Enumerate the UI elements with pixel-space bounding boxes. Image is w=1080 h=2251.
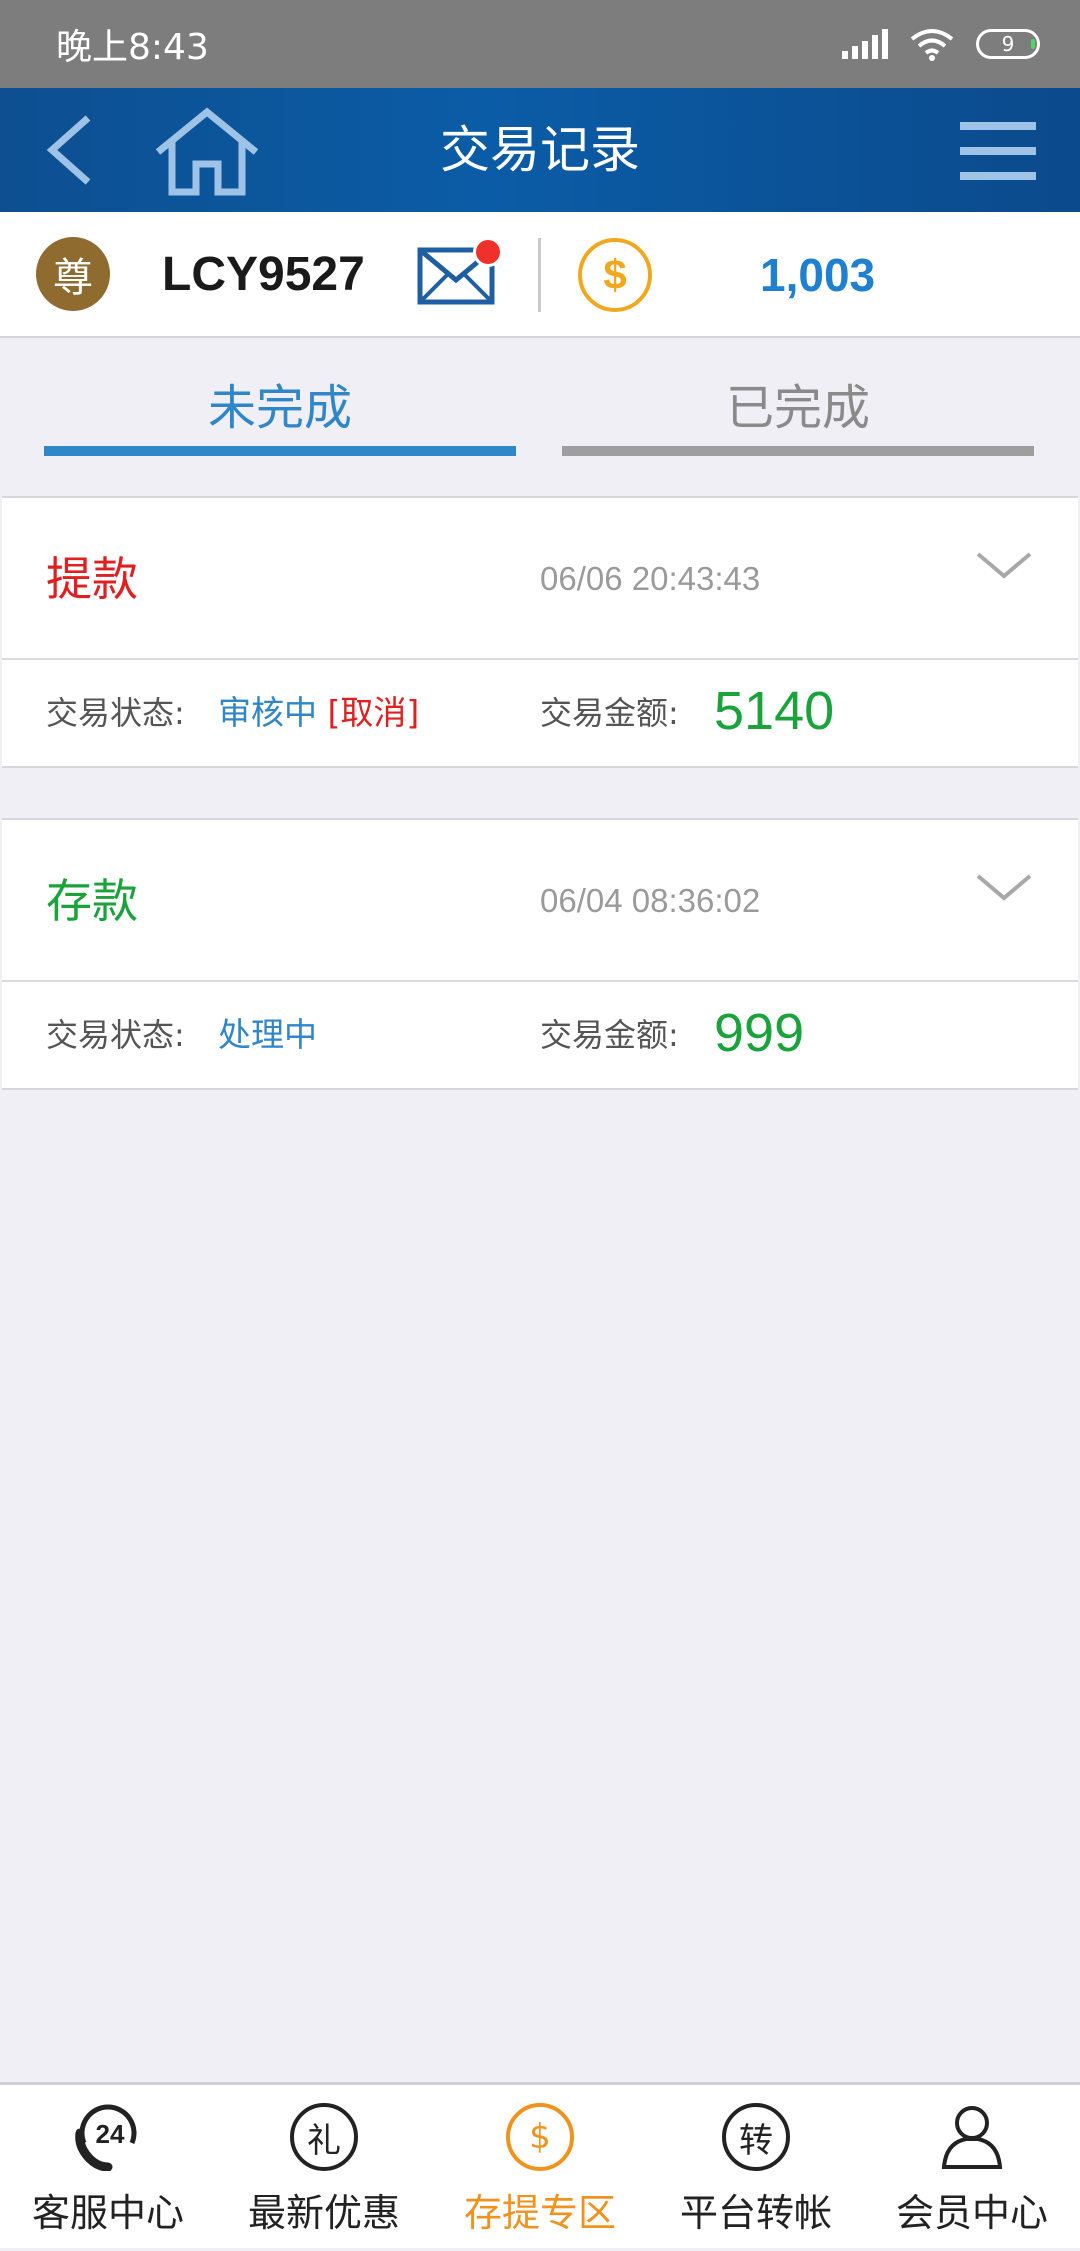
amount-value: 5140 (714, 681, 835, 741)
tab-completed[interactable]: 已完成 (562, 368, 1034, 456)
menu-icon[interactable] (960, 120, 1036, 182)
nav-promotions[interactable]: 礼 最新优惠 (216, 2085, 432, 2251)
battery-icon: 9 (976, 29, 1040, 59)
support-24-icon: 24 (74, 2103, 142, 2171)
coin-icon: $ (578, 238, 652, 312)
cancel-link[interactable]: [取消] (328, 693, 420, 732)
transaction-datetime: 06/06 20:43:43 (540, 560, 761, 597)
gift-icon: 礼 (290, 2103, 358, 2171)
transaction-header[interactable]: 提款 06/06 20:43:43 (2, 498, 1078, 660)
amount-value: 999 (714, 1003, 805, 1063)
vip-badge: 尊 (36, 237, 110, 311)
status-label: 交易状态: (46, 1016, 185, 1054)
mail-icon[interactable] (416, 234, 508, 312)
support-24-glyph: 24 (96, 2119, 125, 2149)
signal-icon (842, 29, 888, 59)
balance-amount: 1,003 (760, 249, 876, 301)
status-bar: 晚上8:43 9 (0, 0, 1080, 88)
app-header: 交易记录 (0, 88, 1080, 212)
chevron-down-icon[interactable] (974, 866, 1034, 910)
status-value: 审核中 [取消] (218, 690, 419, 736)
member-icon (938, 2103, 1006, 2171)
battery-level: 9 (1001, 32, 1015, 56)
transaction-card-deposit: 存款 06/04 08:36:02 交易状态: 处理中 交易金额: 999 (2, 818, 1078, 1090)
nav-label: 最新优惠 (247, 2191, 400, 2235)
transaction-details: 交易状态: 审核中 [取消] 交易金额: 5140 (2, 660, 1078, 766)
tab-completed-indicator (562, 446, 1034, 456)
page-title: 交易记录 (440, 121, 640, 179)
transaction-type: 存款 (46, 874, 138, 928)
status-text: 处理中 (218, 1015, 317, 1054)
tab-incomplete-label: 未完成 (207, 380, 352, 436)
transaction-card-withdrawal: 提款 06/06 20:43:43 交易状态: 审核中 [取消] 交易金额: 5… (2, 496, 1078, 768)
status-text: 审核中 (218, 693, 317, 732)
unread-dot (476, 240, 500, 264)
tab-completed-label: 已完成 (725, 380, 870, 436)
dollar-icon: $ (506, 2103, 574, 2171)
username: LCY9527 (162, 248, 365, 301)
status-value: 处理中 (218, 1012, 317, 1058)
transaction-datetime: 06/04 08:36:02 (540, 882, 761, 919)
tab-incomplete-indicator (44, 446, 516, 456)
transaction-type: 提款 (46, 552, 138, 606)
nav-label: 存提专区 (463, 2191, 616, 2235)
transfer-icon: 转 (722, 2103, 790, 2171)
amount-label: 交易金额: (540, 694, 679, 732)
status-icons: 9 (842, 27, 1040, 61)
status-label: 交易状态: (46, 694, 185, 732)
nav-label: 客服中心 (31, 2191, 184, 2235)
nav-transfer[interactable]: 转 平台转帐 (648, 2085, 864, 2251)
nav-label: 会员中心 (895, 2191, 1048, 2235)
nav-label: 平台转帐 (679, 2191, 832, 2235)
transaction-header[interactable]: 存款 06/04 08:36:02 (2, 820, 1078, 982)
status-time: 晚上8:43 (56, 27, 209, 68)
nav-member-center[interactable]: 会员中心 (864, 2085, 1080, 2251)
transaction-details: 交易状态: 处理中 交易金额: 999 (2, 982, 1078, 1088)
nav-deposit-withdraw[interactable]: $ 存提专区 (432, 2085, 648, 2251)
account-divider (538, 238, 541, 312)
wifi-icon (910, 29, 954, 61)
chevron-down-icon[interactable] (974, 544, 1034, 588)
tab-incomplete[interactable]: 未完成 (44, 368, 516, 456)
nav-customer-service[interactable]: 24 客服中心 (0, 2085, 216, 2251)
bottom-nav: 24 客服中心 礼 最新优惠 $ 存提专区 转 平台转帐 会员中心 (0, 2082, 1080, 2248)
amount-label: 交易金额: (540, 1016, 679, 1054)
